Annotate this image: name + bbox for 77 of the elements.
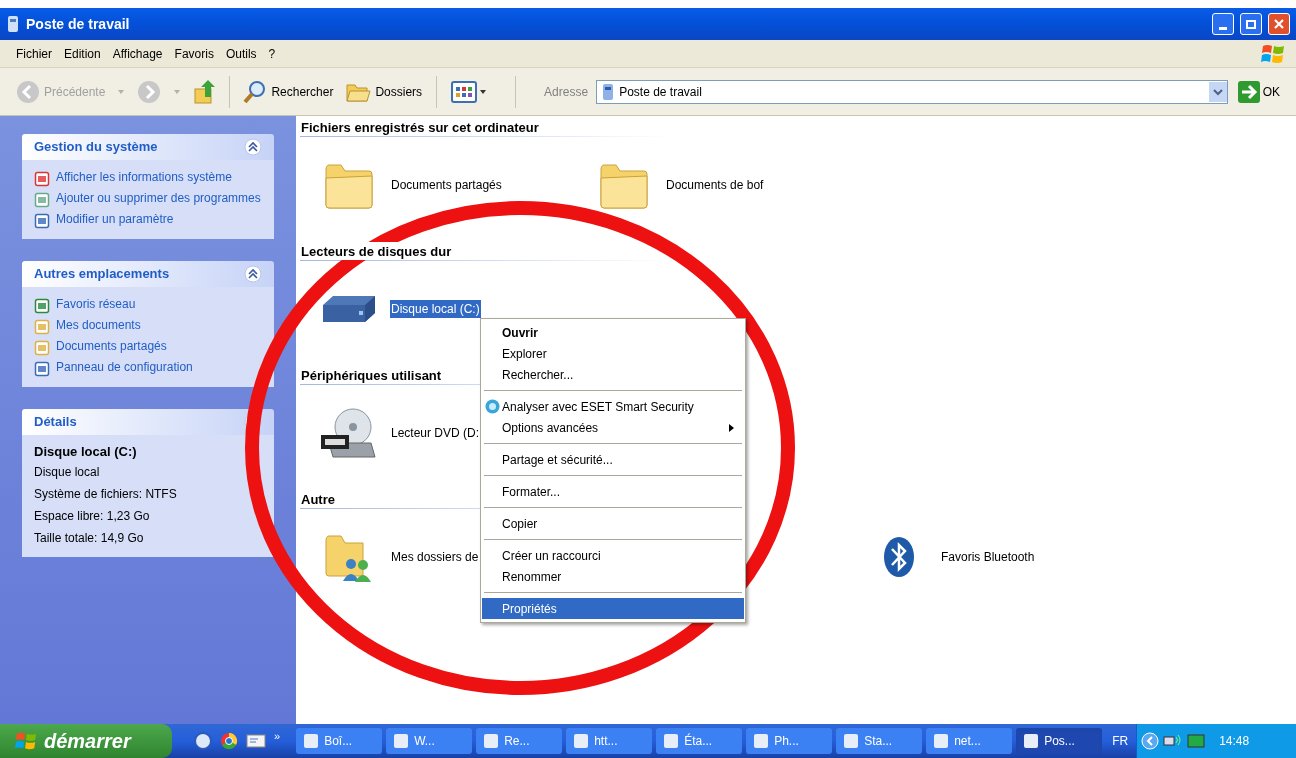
taskbar-button[interactable]: htt... bbox=[566, 728, 653, 754]
address-label: Adresse bbox=[544, 83, 589, 101]
taskbar-button[interactable]: W... bbox=[386, 728, 473, 754]
details-name: Disque local (C:) bbox=[34, 445, 138, 459]
item-label[interactable]: Disque local (C:) bbox=[390, 300, 481, 318]
taskbar-button[interactable]: net... bbox=[926, 728, 1013, 754]
panel-header[interactable]: Gestion du système bbox=[22, 134, 274, 160]
sidebar-link[interactable]: Panneau de configuration bbox=[56, 360, 193, 375]
address-value: Poste de travail bbox=[619, 83, 703, 101]
menu-option[interactable]: Formater... bbox=[482, 481, 744, 502]
item-label[interactable]: Mes dossiers de bbox=[390, 548, 480, 566]
computer-icon bbox=[6, 15, 20, 33]
show-hidden-icons-icon[interactable] bbox=[1141, 732, 1160, 750]
menu-item[interactable]: Favoris bbox=[168, 44, 220, 63]
sidebar-link[interactable]: Afficher les informations système bbox=[56, 170, 232, 185]
views-button[interactable] bbox=[451, 80, 488, 103]
views-grid-icon bbox=[451, 80, 488, 103]
sidebar-link[interactable]: Documents partagés bbox=[56, 339, 167, 354]
submenu-arrow-icon bbox=[729, 423, 734, 432]
mail-icon[interactable] bbox=[246, 734, 266, 748]
folders-button[interactable]: Dossiers bbox=[345, 80, 423, 103]
taskbar-button[interactable]: Boî... bbox=[296, 728, 383, 754]
panel-title: Gestion du système bbox=[34, 138, 158, 157]
menu-item[interactable]: ? bbox=[262, 44, 282, 63]
menu-option[interactable]: Analyser avec ESET Smart Security bbox=[482, 396, 744, 417]
item-label[interactable]: Documents partagés bbox=[390, 176, 503, 194]
details-line: Espace libre: 1,23 Go bbox=[34, 508, 151, 525]
sidebar-link[interactable]: Modifier un paramètre bbox=[56, 212, 174, 227]
menu-option[interactable]: Créer un raccourci bbox=[482, 545, 744, 566]
menu-option[interactable]: Ouvrir bbox=[482, 322, 744, 343]
search-button[interactable]: Rechercher bbox=[242, 78, 334, 105]
folder-up-arrow-icon[interactable] bbox=[193, 78, 218, 105]
sidebar-link[interactable]: Ajouter ou supprimer des programmes bbox=[56, 191, 261, 206]
sidebar-link[interactable]: Mes documents bbox=[56, 318, 141, 333]
close-icon bbox=[1273, 18, 1285, 30]
item-label[interactable]: Lecteur DVD (D: bbox=[390, 424, 481, 442]
more-chevron[interactable]: » bbox=[274, 727, 281, 745]
section-heading: Lecteurs de disques dur bbox=[300, 242, 452, 260]
menu-option[interactable]: Copier bbox=[482, 513, 744, 534]
panel-title: Autres emplacements bbox=[34, 265, 170, 284]
window-title: Poste de travail bbox=[26, 14, 131, 34]
menu-item[interactable]: Affichage bbox=[106, 44, 169, 63]
menu-option[interactable]: Renommer bbox=[482, 566, 744, 587]
taskbar-button[interactable]: Ph... bbox=[746, 728, 833, 754]
taskbar-button[interactable]: Pos... bbox=[1016, 728, 1103, 754]
minimize-button[interactable] bbox=[1212, 13, 1234, 35]
start-button[interactable]: démarrer bbox=[0, 724, 172, 758]
item-label[interactable]: Favoris Bluetooth bbox=[940, 548, 1036, 566]
clock: 14:48 bbox=[1219, 733, 1250, 750]
menu-option[interactable]: Partage et sécurité... bbox=[482, 449, 744, 470]
go-button[interactable]: OK bbox=[1237, 80, 1280, 103]
shield-icon bbox=[485, 399, 500, 414]
panel-header[interactable]: Autres emplacements bbox=[22, 261, 274, 287]
menu-item[interactable]: Fichier bbox=[10, 44, 58, 63]
taskbar-button[interactable]: Sta... bbox=[836, 728, 923, 754]
close-button[interactable] bbox=[1268, 13, 1290, 35]
windows-logo-icon bbox=[14, 730, 38, 752]
details-line: Disque local bbox=[34, 464, 101, 481]
menu-item[interactable]: Outils bbox=[219, 44, 263, 63]
taskbar-button[interactable]: Éta... bbox=[656, 728, 743, 754]
menu-option[interactable]: Rechercher... bbox=[482, 364, 744, 385]
computer-icon bbox=[601, 82, 616, 101]
restore-button[interactable] bbox=[1240, 13, 1262, 35]
panel-title: Détails bbox=[34, 413, 77, 432]
sidebar-link[interactable]: Favoris réseau bbox=[56, 297, 136, 312]
network-icon[interactable] bbox=[1163, 733, 1184, 749]
item-label[interactable]: Documents de bof bbox=[665, 176, 765, 194]
taskbar-button[interactable]: Re... bbox=[476, 728, 563, 754]
menu-option[interactable]: Propriétés bbox=[482, 598, 744, 619]
language-indicator[interactable]: FR bbox=[1112, 732, 1129, 750]
menu-option[interactable]: Explorer bbox=[482, 343, 744, 364]
details-line: Taille totale: 14,9 Go bbox=[34, 530, 145, 547]
menu-option[interactable]: Options avancées bbox=[482, 417, 744, 438]
details-line: Système de fichiers: NTFS bbox=[34, 486, 178, 503]
menu-item[interactable]: Edition bbox=[58, 44, 107, 63]
bluetooth-icon bbox=[883, 536, 915, 578]
address-field[interactable]: Poste de travail bbox=[596, 79, 1228, 104]
